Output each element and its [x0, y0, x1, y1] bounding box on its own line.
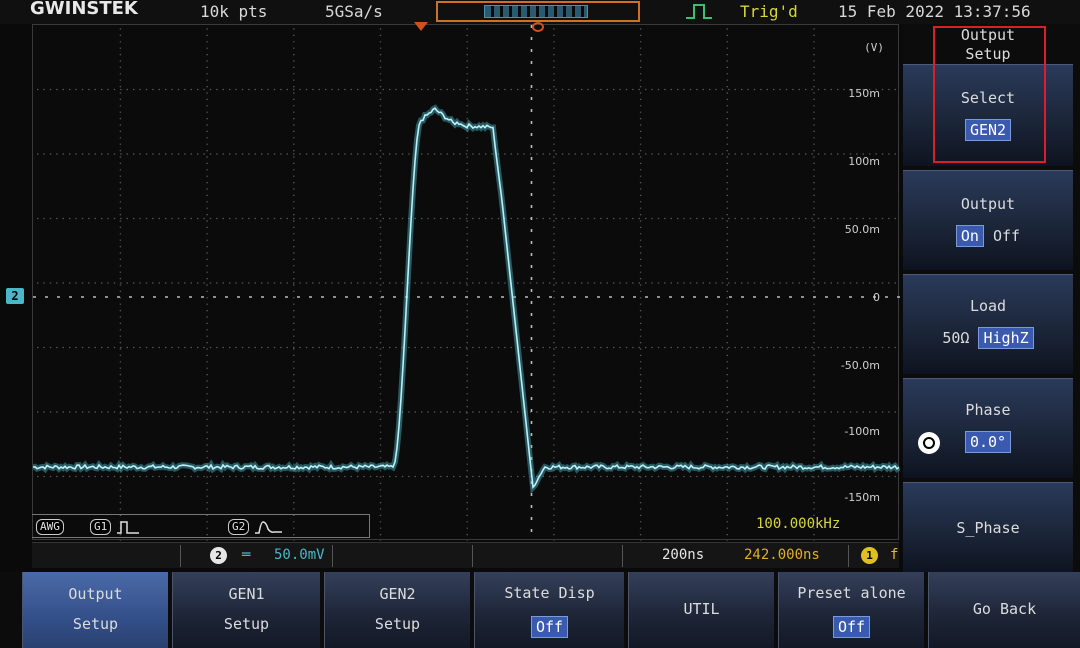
waveform-icon — [255, 521, 282, 534]
horizontal-delay: 242.000ns — [744, 547, 820, 563]
output-on-option: On — [955, 225, 984, 247]
load-highz-option: HighZ — [978, 327, 1034, 349]
y-tick-label: 50.0m — [844, 223, 880, 236]
awg-frequency: 100.000kHz — [756, 516, 841, 532]
bottom-menu: Output Setup GEN1 Setup GEN2 Setup State… — [0, 572, 1080, 648]
delay-position-marker[interactable] — [532, 22, 544, 32]
memory-overview — [436, 1, 640, 22]
go-back-button[interactable]: Go Back — [928, 572, 1080, 648]
awg-status-bar: AWG G1 G2 — [32, 514, 370, 538]
brand-logo: GWINSTEK — [30, 0, 138, 19]
channel2-scale: 50.0mV — [274, 547, 325, 563]
gen2-badge: G2 — [228, 519, 250, 535]
trigger-source-icon: 1 — [861, 547, 878, 564]
phase-menu-button[interactable]: Phase 0.0° — [903, 378, 1073, 478]
y-tick-label: -100m — [844, 425, 880, 438]
date-time: 15 Feb 2022 13:37:56 — [838, 2, 1031, 21]
util-button[interactable]: UTIL — [628, 572, 774, 648]
record-length: 10k pts — [200, 2, 268, 21]
memory-window — [484, 5, 588, 18]
output-off-option: Off — [993, 227, 1021, 245]
awg-badge: AWG — [36, 519, 64, 535]
state-disp-button[interactable]: State Disp Off — [474, 572, 624, 648]
pulse-wave-icon — [117, 521, 139, 534]
channel-status-bar: 2 ═ 50.0mV 200ns 242.000ns 1 f — [32, 542, 899, 568]
y-tick-label: -150m — [844, 491, 880, 504]
gen1-badge: G1 — [90, 519, 112, 535]
dc-coupling-icon: ═ — [242, 547, 251, 563]
channel2-offset-marker[interactable]: 2 — [6, 288, 24, 304]
s-phase-menu-button[interactable]: S_Phase — [903, 482, 1073, 572]
trigger-status: Trig'd — [740, 2, 798, 21]
top-status-bar: GWINSTEK 10k pts 5GSa/s Trig'd 15 Feb 20… — [0, 0, 1080, 24]
trigger-edge-icon — [686, 4, 712, 19]
trigger-slope: f — [890, 547, 899, 563]
preset-alone-value: Off — [832, 616, 871, 638]
y-tick-label: -50.0m — [840, 359, 880, 372]
highlight-box — [933, 26, 1046, 163]
y-axis-unit: (V) — [864, 41, 884, 54]
preset-alone-button[interactable]: Preset alone Off — [778, 572, 924, 648]
state-disp-value: Off — [530, 616, 569, 638]
gen1-setup-button[interactable]: GEN1 Setup — [172, 572, 320, 648]
channel2-icon[interactable]: 2 — [210, 547, 227, 564]
variable-knob-icon — [918, 432, 940, 454]
y-tick-label: 100m — [848, 155, 880, 168]
load-50ohm-option: 50Ω — [942, 329, 970, 347]
gen2-setup-button[interactable]: GEN2 Setup — [324, 572, 470, 648]
y-tick-label: 0 — [873, 291, 880, 304]
waveform-display[interactable]: (V) 150m 100m 50.0m 0 -50.0m -100m -150m — [32, 24, 900, 541]
output-menu-button[interactable]: Output On Off — [903, 170, 1073, 270]
waveform-graticule — [33, 25, 900, 541]
phase-value: 0.0° — [964, 431, 1012, 453]
sample-rate: 5GSa/s — [325, 2, 383, 21]
timebase: 200ns — [662, 547, 705, 563]
y-tick-label: 150m — [848, 87, 880, 100]
output-setup-button[interactable]: Output Setup — [22, 572, 168, 648]
load-menu-button[interactable]: Load 50Ω HighZ — [903, 274, 1073, 374]
trigger-position-marker[interactable] — [414, 22, 428, 31]
